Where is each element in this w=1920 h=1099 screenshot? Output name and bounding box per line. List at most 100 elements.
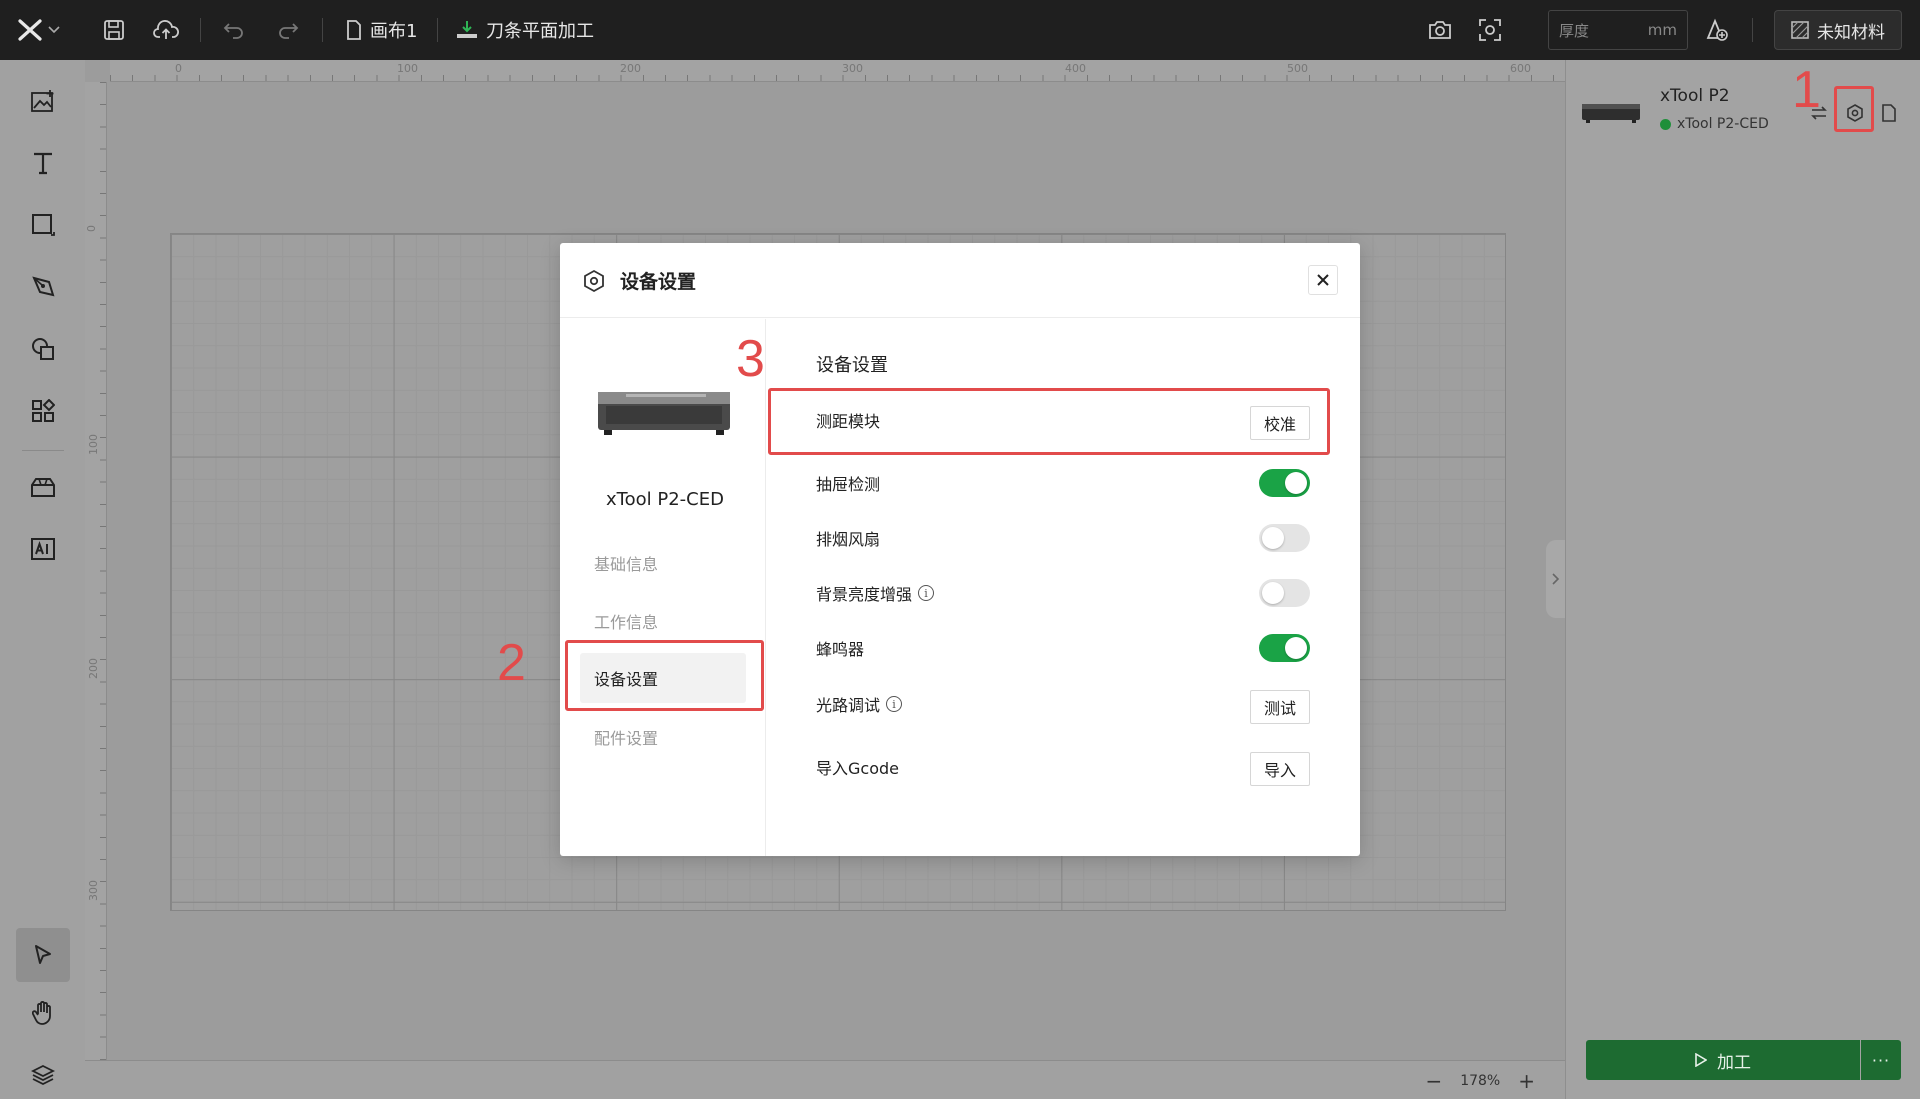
- device-settings-dialog: 设备设置 xTool P2-CED 基础信息 工作信息 设备设置 配件设置 设备…: [560, 243, 1360, 856]
- toolbar-divider: [322, 18, 323, 42]
- pen-icon: [32, 276, 55, 297]
- rectangle-icon: [32, 214, 55, 236]
- redo-button[interactable]: [272, 14, 304, 46]
- nav-work-info[interactable]: 工作信息: [594, 609, 658, 633]
- setting-label-optical-path: 光路调试 i: [816, 692, 903, 716]
- import-button[interactable]: 导入: [1250, 752, 1310, 786]
- setting-label-buzzer: 蜂鸣器: [816, 636, 864, 660]
- elements-button[interactable]: [22, 328, 64, 370]
- hand-tool-button[interactable]: [22, 992, 64, 1034]
- thickness-input[interactable]: 厚度 mm: [1548, 10, 1688, 50]
- camera-button[interactable]: [1424, 14, 1456, 46]
- highlight-device-settings-nav: [565, 640, 764, 711]
- processing-mode-selector[interactable]: 刀条平面加工: [456, 17, 594, 43]
- section-title: 设备设置: [816, 355, 888, 376]
- chevron-right-icon: [1551, 573, 1559, 585]
- zoom-level: 178%: [1460, 1073, 1501, 1089]
- toolbar-divider: [1752, 18, 1753, 42]
- setting-label-text: 蜂鸣器: [816, 640, 865, 659]
- zoom-out-button[interactable]: −: [1425, 1069, 1442, 1093]
- step-number-2: 2: [497, 634, 526, 692]
- text-tool-button[interactable]: [22, 142, 64, 184]
- device-connection-status[interactable]: xTool P2-CED: [1660, 116, 1769, 132]
- setting-label-text: 导入Gcode: [816, 759, 899, 778]
- undo-button[interactable]: [218, 14, 250, 46]
- right-panel: [1565, 60, 1920, 1099]
- canvas-tab[interactable]: 画布1: [346, 17, 417, 43]
- play-icon: [1695, 1053, 1707, 1067]
- ruler-tick-label: 100: [87, 434, 100, 455]
- drawer-detection-toggle[interactable]: [1259, 469, 1310, 497]
- select-tool-button[interactable]: [16, 928, 70, 982]
- save-icon: [104, 20, 124, 40]
- panel-collapse-toggle[interactable]: [1546, 540, 1565, 618]
- text-icon: [34, 152, 52, 175]
- buzzer-toggle[interactable]: [1259, 634, 1310, 662]
- ruler-tick-label: 500: [1287, 62, 1308, 75]
- nav-basic-info[interactable]: 基础信息: [594, 551, 658, 575]
- ruler-tick-label: 600: [1510, 62, 1531, 75]
- insert-image-button[interactable]: [22, 80, 64, 122]
- background-brightness-toggle[interactable]: [1259, 579, 1310, 607]
- top-toolbar: 画布1 刀条平面加工 厚度 mm 未知材料: [0, 0, 1920, 60]
- auto-measure-icon: [1706, 18, 1728, 41]
- material-label: 未知材料: [1817, 22, 1885, 43]
- toggle-knob: [1262, 527, 1284, 549]
- chevron-down-icon: [48, 26, 60, 34]
- connected-status-dot: [1660, 118, 1671, 130]
- toggle-knob: [1285, 472, 1307, 494]
- horizontal-ruler: 0 100 200 300 400 500 600: [110, 60, 1565, 82]
- ruler-tick-label: 300: [842, 62, 863, 75]
- pointer-icon: [35, 945, 51, 964]
- scan-focus-icon: [1479, 19, 1501, 41]
- process-button[interactable]: 加工: [1586, 1040, 1860, 1080]
- box-icon: [31, 478, 55, 497]
- flat-processing-icon: [457, 21, 477, 38]
- pen-tool-button[interactable]: [22, 266, 64, 308]
- material-icon: [1791, 21, 1809, 39]
- setting-label-exhaust-fan: 排烟风扇: [816, 526, 880, 550]
- cloud-upload-button[interactable]: [150, 14, 182, 46]
- connected-device-name: xTool P2-CED: [1677, 116, 1769, 132]
- ai-image-button[interactable]: [22, 528, 64, 570]
- templates-button[interactable]: [22, 390, 64, 432]
- vertical-ruler: 0 100 200 300: [85, 82, 107, 1060]
- info-icon[interactable]: i: [886, 696, 903, 712]
- ruler-tick-label: 300: [87, 880, 100, 901]
- close-icon: [1317, 274, 1329, 286]
- ai-icon: [31, 538, 55, 560]
- device-info-button[interactable]: [1876, 100, 1902, 126]
- nav-accessory-settings[interactable]: 配件设置: [594, 725, 658, 749]
- setting-label-background-brightness: 背景亮度增强 i: [816, 581, 935, 605]
- test-button[interactable]: 测试: [1250, 690, 1310, 724]
- focus-capture-button[interactable]: [1474, 14, 1506, 46]
- toggle-knob: [1285, 637, 1307, 659]
- canvas-name: 画布1: [370, 21, 418, 42]
- shape-tool-button[interactable]: [22, 204, 64, 246]
- document-icon: [1882, 104, 1896, 122]
- camera-icon: [1429, 21, 1451, 39]
- xtool-logo-icon: [18, 19, 42, 41]
- process-more-button[interactable]: ···: [1861, 1040, 1901, 1080]
- zoom-in-button[interactable]: +: [1518, 1069, 1535, 1093]
- layers-icon: [31, 1064, 55, 1086]
- auto-measure-button[interactable]: [1701, 14, 1733, 46]
- setting-label-import-gcode: 导入Gcode: [816, 755, 899, 779]
- close-button[interactable]: [1308, 265, 1338, 295]
- grid-apps-icon: [32, 399, 55, 422]
- undo-icon: [223, 23, 243, 39]
- setting-label-text: 光路调试: [816, 696, 881, 715]
- material-selector[interactable]: 未知材料: [1774, 10, 1902, 50]
- ruler-tick-label: 400: [1065, 62, 1086, 75]
- more-icon: ···: [1871, 1050, 1891, 1070]
- exhaust-fan-toggle[interactable]: [1259, 524, 1310, 552]
- toggle-knob: [1262, 582, 1284, 604]
- material-library-button[interactable]: [22, 466, 64, 508]
- processing-mode-label: 刀条平面加工: [486, 21, 594, 42]
- dialog-sidebar: xTool P2-CED 基础信息 工作信息 设备设置 配件设置: [560, 319, 766, 856]
- highlight-settings-button: [1834, 86, 1874, 132]
- layers-button[interactable]: [22, 1054, 64, 1096]
- app-menu-button[interactable]: [18, 18, 68, 42]
- save-button[interactable]: [98, 14, 130, 46]
- info-icon[interactable]: i: [918, 585, 935, 601]
